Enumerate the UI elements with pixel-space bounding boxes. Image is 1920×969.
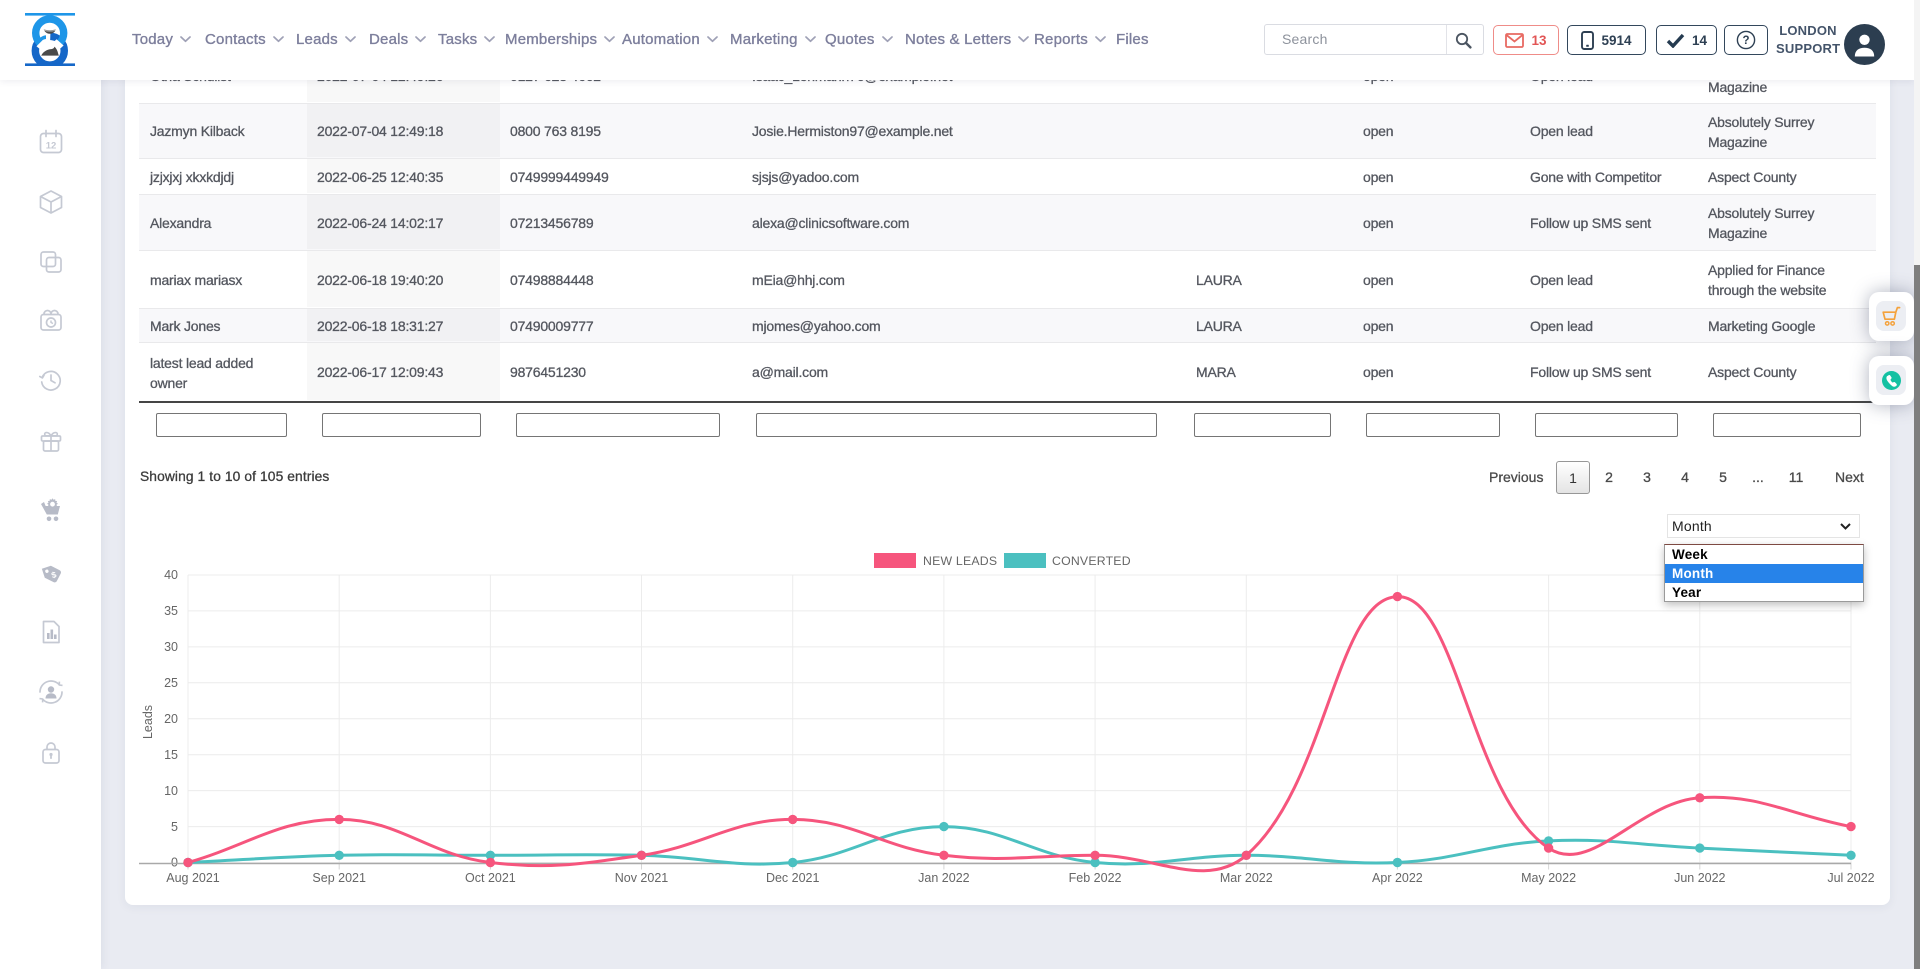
svg-text:Aug 2021: Aug 2021 <box>166 871 220 885</box>
svg-text:Jul 2022: Jul 2022 <box>1827 871 1874 885</box>
svg-text:10: 10 <box>164 784 178 798</box>
svg-text:15: 15 <box>164 748 178 762</box>
svg-text:Mar 2022: Mar 2022 <box>1220 871 1273 885</box>
svg-text:Leads: Leads <box>141 705 155 739</box>
svg-text:May 2022: May 2022 <box>1521 871 1576 885</box>
svg-text:Apr 2022: Apr 2022 <box>1372 871 1423 885</box>
svg-text:Oct 2021: Oct 2021 <box>465 871 516 885</box>
svg-text:40: 40 <box>164 568 178 582</box>
svg-text:NEW LEADS: NEW LEADS <box>923 554 997 568</box>
svg-text:30: 30 <box>164 640 178 654</box>
svg-text:25: 25 <box>164 676 178 690</box>
svg-text:Dec 2021: Dec 2021 <box>766 871 820 885</box>
svg-text:?: ? <box>1742 35 1749 47</box>
svg-text:35: 35 <box>164 604 178 618</box>
svg-text:Sep 2021: Sep 2021 <box>312 871 366 885</box>
svg-text:5: 5 <box>171 820 178 834</box>
svg-text:20: 20 <box>164 712 178 726</box>
svg-text:Feb 2022: Feb 2022 <box>1069 871 1122 885</box>
svg-text:Nov 2021: Nov 2021 <box>615 871 669 885</box>
svg-text:12: 12 <box>46 141 57 152</box>
svg-text:Jan 2022: Jan 2022 <box>918 871 969 885</box>
svg-text:Jun 2022: Jun 2022 <box>1674 871 1725 885</box>
svg-text:CONVERTED: CONVERTED <box>1052 554 1131 568</box>
